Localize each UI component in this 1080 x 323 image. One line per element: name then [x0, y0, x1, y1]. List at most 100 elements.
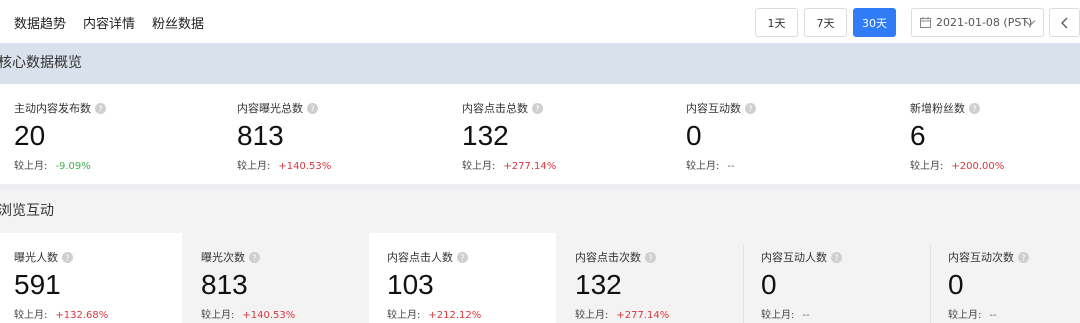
metric-label: 内容互动数: [686, 102, 741, 115]
tab-content-details[interactable]: 内容详情: [83, 13, 135, 32]
help-icon[interactable]: ?: [831, 251, 842, 263]
svg-text:?: ?: [834, 253, 838, 262]
metric-label: 曝光次数: [201, 251, 245, 264]
metric-content-interaction-count[interactable]: 内容互动次数? 0 较上月: --: [948, 249, 1029, 321]
card-exposure-users[interactable]: 曝光人数? 591 较上月: +132.68%: [0, 233, 182, 323]
compare-label: 较上月:: [237, 161, 271, 172]
metric-change: +277.14%: [503, 161, 557, 172]
metric-content-exposure: 内容曝光总数? 813 较上月: +140.53%: [237, 100, 331, 172]
svg-text:?: ?: [648, 253, 652, 262]
compare-label: 较上月:: [575, 310, 609, 321]
metric-change: +277.14%: [616, 310, 670, 321]
metric-change: --: [989, 310, 997, 321]
metric-value: 20: [14, 120, 46, 151]
svg-text:?: ?: [748, 104, 752, 113]
metric-label: 主动内容发布数: [14, 102, 91, 115]
card-content-click-users[interactable]: 内容点击人数? 103 较上月: +212.12%: [369, 233, 556, 323]
metric-change: +140.53%: [278, 161, 332, 172]
back-button[interactable]: [1049, 8, 1080, 37]
metric-exposure-count: 曝光次数? 813 较上月: +140.53%: [201, 249, 295, 321]
top-bar: 数据趋势 内容详情 粉丝数据 1天 7天 30天 2021-01-08 (PST…: [0, 0, 1080, 43]
metric-value: 813: [201, 269, 248, 300]
calendar-icon: [920, 17, 931, 28]
metric-content-clicks: 内容点击总数? 132 较上月: +277.14%: [462, 100, 556, 172]
interaction-title: 浏览互动: [0, 203, 54, 219]
svg-text:?: ?: [972, 104, 976, 113]
metric-content-click-users: 内容点击人数? 103 较上月: +212.12%: [387, 249, 481, 321]
metric-value: 103: [387, 269, 434, 300]
compare-label: 较上月:: [686, 161, 720, 172]
compare-label: 较上月:: [387, 310, 421, 321]
svg-text:?: ?: [310, 104, 314, 113]
compare-label: 较上月:: [910, 161, 944, 172]
help-icon[interactable]: ?: [969, 102, 980, 114]
compare-label: 较上月:: [462, 161, 496, 172]
metric-change: +140.53%: [242, 310, 296, 321]
tab-fans-data[interactable]: 粉丝数据: [152, 13, 204, 32]
metric-new-fans: 新增粉丝数? 6 较上月: +200.00%: [910, 100, 1004, 172]
metric-value: 813: [237, 120, 284, 151]
metric-published-content: 主动内容发布数? 20 较上月: -9.09%: [14, 100, 106, 172]
metric-value: 0: [761, 269, 777, 300]
metric-value: 6: [910, 120, 926, 151]
metric-change: +132.68%: [55, 310, 109, 321]
overview-title: 核心数据概览: [0, 55, 82, 71]
help-icon[interactable]: ?: [457, 251, 468, 263]
metric-value: 0: [686, 120, 702, 151]
metric-change: +212.12%: [428, 310, 482, 321]
range-7-day-button[interactable]: 7天: [804, 8, 847, 37]
compare-label: 较上月:: [948, 310, 982, 321]
svg-text:?: ?: [98, 104, 102, 113]
svg-text:?: ?: [535, 104, 539, 113]
metric-value: 0: [948, 269, 964, 300]
range-30-day-button[interactable]: 30天: [853, 8, 896, 37]
metric-change: -9.09%: [55, 161, 91, 172]
date-value: 2021-01-08 (PST): [936, 16, 1033, 29]
interaction-section-header: 浏览互动: [0, 190, 1080, 233]
compare-label: 较上月:: [201, 310, 235, 321]
metric-exposure-users: 曝光人数? 591 较上月: +132.68%: [14, 249, 108, 321]
metric-label: 内容点击总数: [462, 102, 528, 115]
metric-value: 132: [462, 120, 509, 151]
help-icon[interactable]: ?: [249, 251, 260, 263]
svg-text:?: ?: [65, 253, 69, 262]
help-icon[interactable]: ?: [745, 102, 756, 114]
chevron-down-icon: [1024, 17, 1036, 29]
tab-list: 数据趋势 内容详情 粉丝数据: [14, 13, 204, 32]
compare-label: 较上月:: [14, 310, 48, 321]
metric-label: 内容互动人数: [761, 251, 827, 264]
metric-label: 内容曝光总数: [237, 102, 303, 115]
help-icon[interactable]: ?: [95, 102, 106, 114]
svg-text:?: ?: [252, 253, 256, 262]
overview-metrics: 主动内容发布数? 20 较上月: -9.09% 内容曝光总数? 813 较上月: +…: [0, 84, 1080, 188]
metric-change: +200.00%: [951, 161, 1005, 172]
metric-label: 内容点击人数: [387, 251, 453, 264]
date-picker[interactable]: 2021-01-08 (PST): [911, 8, 1044, 37]
help-icon[interactable]: ?: [62, 251, 73, 263]
card-divider: [743, 245, 744, 323]
metric-label: 内容点击次数: [575, 251, 641, 264]
tab-data-trend[interactable]: 数据趋势: [14, 13, 66, 32]
metric-content-click-count[interactable]: 内容点击次数? 132 较上月: +277.14%: [575, 249, 669, 321]
overview-section-header: 核心数据概览: [0, 43, 1080, 84]
metric-content-interactions: 内容互动数? 0 较上月: --: [686, 100, 756, 172]
help-icon[interactable]: ?: [532, 102, 543, 114]
range-1-day-button[interactable]: 1天: [755, 8, 798, 37]
help-icon[interactable]: ?: [307, 102, 318, 114]
metric-value: 132: [575, 269, 622, 300]
help-icon[interactable]: ?: [1018, 251, 1029, 263]
card-divider: [930, 245, 931, 323]
svg-text:?: ?: [460, 253, 464, 262]
metric-label: 内容互动次数: [948, 251, 1014, 264]
card-exposure-count[interactable]: 曝光次数? 813 较上月: +140.53%: [182, 233, 369, 323]
compare-label: 较上月:: [14, 161, 48, 172]
metric-change: --: [802, 310, 810, 321]
compare-label: 较上月:: [761, 310, 795, 321]
metric-label: 曝光人数: [14, 251, 58, 264]
metric-label: 新增粉丝数: [910, 102, 965, 115]
metric-value: 591: [14, 269, 61, 300]
chevron-left-icon: [1060, 17, 1070, 29]
help-icon[interactable]: ?: [645, 251, 656, 263]
svg-text:?: ?: [1021, 253, 1025, 262]
metric-content-interaction-users[interactable]: 内容互动人数? 0 较上月: --: [761, 249, 842, 321]
